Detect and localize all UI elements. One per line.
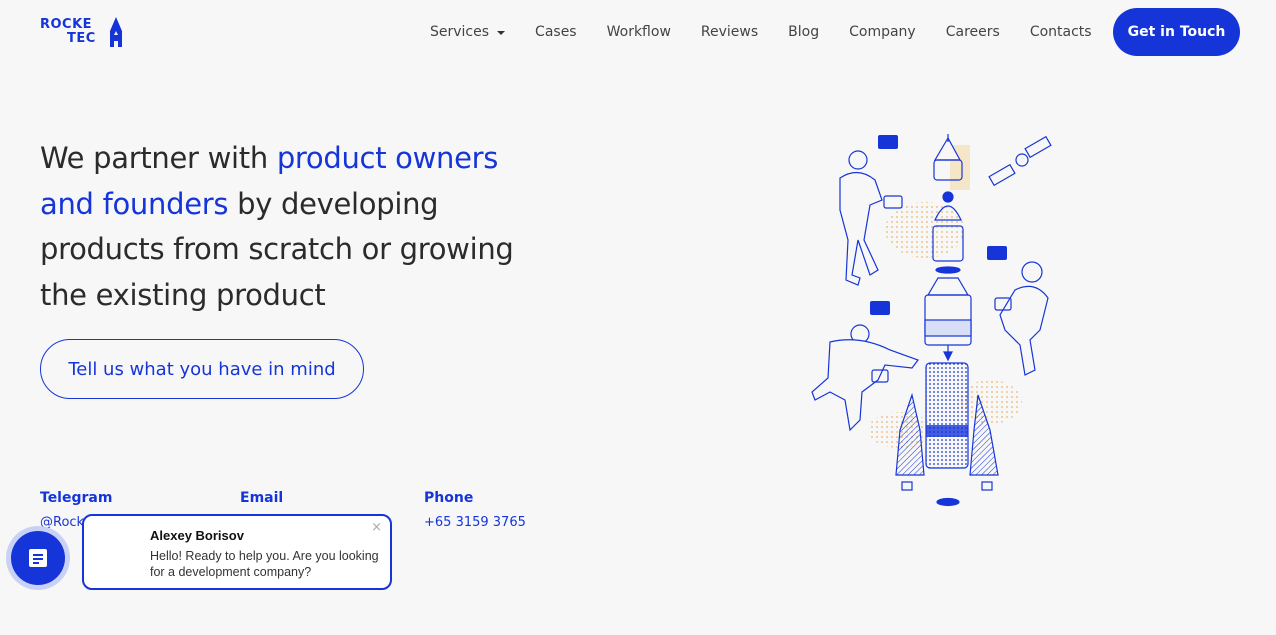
logo-text-line1: ROCKE [40, 17, 93, 32]
nav-cases-label: Cases [535, 24, 577, 40]
nav-blog[interactable]: Blog [788, 24, 819, 40]
nav-cases[interactable]: Cases [535, 24, 577, 40]
nav-careers-label: Careers [945, 24, 1000, 40]
phone-link[interactable]: +65 3159 3765 [424, 515, 526, 530]
chat-message: Hello! Ready to help you. Are you lookin… [150, 549, 379, 579]
nav-company-label: Company [849, 24, 916, 40]
nav-contacts[interactable]: Contacts [1030, 24, 1092, 40]
logo-text-line2: TEC [67, 31, 96, 46]
nav-company[interactable]: Company [849, 24, 916, 40]
chat-document-icon [29, 549, 47, 567]
nav-reviews-label: Reviews [700, 24, 759, 40]
rocket-team-illustration [811, 134, 1052, 507]
chat-icon-circle [11, 531, 65, 585]
rocket-logo-icon [110, 17, 122, 47]
nav-services-label: Services [430, 24, 490, 40]
hero-headline: We partner with product owners and found… [40, 136, 540, 318]
nav-reviews[interactable]: Reviews [701, 24, 758, 40]
get-in-touch-button[interactable]: Get in Touch [1113, 8, 1240, 56]
nav-contacts-label: Contacts [1029, 24, 1092, 40]
main-nav: Services Cases Workflow Reviews Blog Com… [415, 0, 1107, 64]
contact-phone: Phone +65 3159 3765 [424, 490, 526, 530]
caret-down-icon [497, 31, 506, 35]
chat-popup[interactable]: Alexey Borisov Hello! Ready to help you.… [82, 514, 392, 590]
email-label: Email [240, 490, 284, 506]
logo[interactable]: ROCKE TEC [40, 16, 126, 48]
telegram-label: Telegram [40, 490, 113, 506]
nav-blog-label: Blog [788, 24, 820, 40]
nav-workflow-label: Workflow [606, 24, 671, 40]
contact-email: Email [240, 490, 283, 508]
close-icon[interactable]: × [371, 520, 382, 535]
nav-services[interactable]: Services [430, 24, 506, 40]
tell-us-button[interactable]: Tell us what you have in mind [40, 339, 364, 399]
chat-agent-name: Alexey Borisov [150, 528, 244, 543]
nav-workflow[interactable]: Workflow [607, 24, 671, 40]
phone-label: Phone [424, 490, 474, 506]
chat-open-button[interactable] [6, 526, 70, 590]
nav-careers[interactable]: Careers [946, 24, 1000, 40]
hero-text-before: We partner with [40, 141, 277, 175]
